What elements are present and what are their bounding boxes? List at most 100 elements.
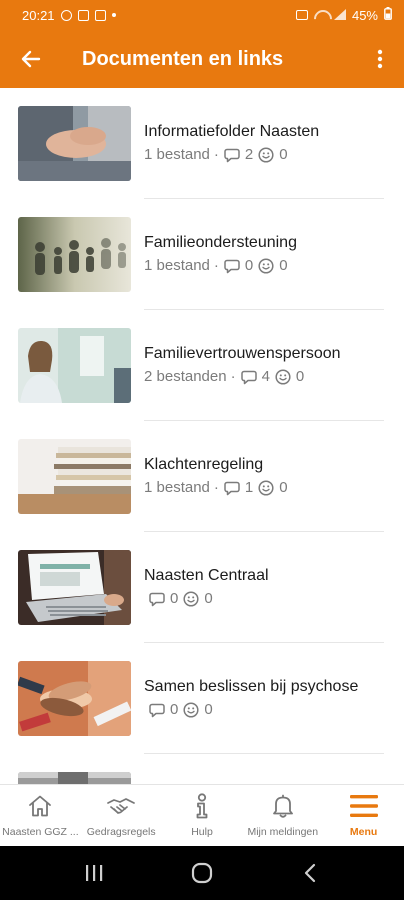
item-meta: 1 bestand · 0 0 <box>144 257 384 275</box>
item-text: Familieondersteuning 1 bestand · 0 0 <box>144 233 384 275</box>
comment-icon <box>223 257 241 275</box>
back-button[interactable] <box>0 30 62 88</box>
item-meta: 1 bestand · 2 0 <box>144 146 384 164</box>
system-navigation-bar <box>0 846 404 900</box>
bell-icon <box>271 793 295 819</box>
item-title: Naasten Centraal <box>144 567 269 584</box>
comment-count: 2 <box>244 146 254 163</box>
partial-thumbnail <box>18 772 131 784</box>
nav-label: Mijn meldingen <box>247 826 319 838</box>
wifi-icon <box>314 10 328 20</box>
info-icon <box>193 793 211 819</box>
paper-family-photo <box>18 217 131 292</box>
more-notifications-dot-icon <box>111 13 116 17</box>
item-title: Klachtenregeling <box>144 456 264 473</box>
nav-label: Gedragsregels <box>86 826 156 838</box>
list-item[interactable] <box>0 754 404 784</box>
smiley-icon <box>257 257 275 275</box>
battery-percentage: 45% <box>351 7 378 23</box>
nav-item-mijn-meldingen[interactable]: Mijn meldingen <box>242 785 323 846</box>
item-title: Familievertrouwenspersoon <box>144 345 341 362</box>
home-icon <box>27 793 53 819</box>
item-title: Familieondersteuning <box>144 234 297 251</box>
reaction-count: 0 <box>204 701 213 718</box>
item-text: Samen beslissen bij psychose 0 0 <box>144 677 384 719</box>
home-circle-icon <box>191 862 213 884</box>
file-count: 1 bestand <box>144 257 210 274</box>
app-notification-icon <box>94 9 106 21</box>
status-right: 45% <box>295 7 392 23</box>
item-text: Klachtenregeling 1 bestand · 1 0 <box>144 455 384 497</box>
list-item[interactable]: Samen beslissen bij psychose 0 0 <box>0 643 404 754</box>
page-title: Documenten en links <box>82 47 284 70</box>
nav-item-gedragsregels[interactable]: Gedragsregels <box>81 785 162 846</box>
battery-icon <box>384 7 392 23</box>
comment-count: 4 <box>261 368 270 385</box>
nav-item-hulp[interactable]: Hulp <box>162 785 243 846</box>
nav-item-home[interactable]: Naasten GGZ ... <box>0 785 81 846</box>
smiley-icon <box>274 368 292 386</box>
nav-item-menu[interactable]: Menu <box>323 785 404 846</box>
list-item[interactable]: Familieondersteuning 1 bestand · 0 0 <box>0 199 404 310</box>
smiley-icon <box>182 701 200 719</box>
list-item[interactable]: Familievertrouwenspersoon 2 bestanden · … <box>0 310 404 421</box>
recent-apps-button[interactable] <box>74 853 114 893</box>
comment-icon <box>223 479 241 497</box>
whatsapp-icon <box>60 9 72 21</box>
battery-saver-icon <box>295 10 308 20</box>
item-meta: 1 bestand · 1 0 <box>144 479 384 497</box>
nav-label: Hulp <box>191 826 213 838</box>
smiley-icon <box>257 146 275 164</box>
document-list: Informatiefolder Naasten 1 bestand · 2 0 <box>0 88 404 784</box>
item-text: Familievertrouwenspersoon 2 bestanden · … <box>144 344 384 386</box>
item-meta: 0 0 <box>144 701 384 719</box>
more-options-button[interactable] <box>356 30 404 88</box>
item-text: Informatiefolder Naasten 1 bestand · 2 0 <box>144 122 384 164</box>
item-meta: 2 bestanden · 4 0 <box>144 368 384 386</box>
more-vertical-icon <box>377 49 383 69</box>
comment-icon <box>148 590 166 608</box>
nav-label: Menu <box>349 826 378 838</box>
list-item[interactable]: Klachtenregeling 1 bestand · 1 0 <box>0 421 404 532</box>
item-text: Naasten Centraal 0 0 <box>144 566 384 608</box>
file-count: 2 bestanden <box>144 368 227 385</box>
signal-icon <box>333 8 346 23</box>
hands-photo <box>18 106 131 181</box>
chevron-left-icon <box>304 863 316 883</box>
status-time: 20:21 <box>22 7 55 23</box>
status-bar: 20:21 45% <box>0 0 404 30</box>
bottom-navigation: Naasten GGZ ... Gedragsregels Hulp Mijn … <box>0 784 404 846</box>
meta-dot: · <box>213 479 219 496</box>
comment-count: 0 <box>170 590 179 607</box>
handshake-icon <box>106 793 136 819</box>
comment-icon <box>223 146 241 164</box>
smiley-icon <box>182 590 200 608</box>
comment-icon <box>240 368 258 386</box>
reaction-count: 0 <box>279 146 288 163</box>
home-button[interactable] <box>182 853 222 893</box>
meta-dot: · <box>213 257 219 274</box>
menu-icon <box>349 793 378 819</box>
item-title: Informatiefolder Naasten <box>144 123 320 140</box>
laptop-photo <box>18 550 131 625</box>
system-back-button[interactable] <box>290 853 330 893</box>
reaction-count: 0 <box>295 368 305 385</box>
smiley-icon <box>257 479 275 497</box>
item-title: Samen beslissen bij psychose <box>144 678 359 695</box>
paper-stack-photo <box>18 439 131 514</box>
reaction-count: 0 <box>279 479 288 496</box>
status-left: 20:21 <box>22 8 116 23</box>
file-count: 1 bestand <box>144 146 210 163</box>
meta-dot: · <box>213 146 219 163</box>
file-count: 1 bestand <box>144 479 210 496</box>
comment-count: 0 <box>244 257 254 274</box>
reaction-count: 0 <box>204 590 213 607</box>
list-item[interactable]: Informatiefolder Naasten 1 bestand · 2 0 <box>0 88 404 199</box>
list-item[interactable]: Naasten Centraal 0 0 <box>0 532 404 643</box>
meta-dot: · <box>230 368 236 385</box>
image-icon <box>77 9 89 21</box>
nav-label: Naasten GGZ ... <box>2 826 79 838</box>
comment-icon <box>148 701 166 719</box>
stacked-hands-photo <box>18 661 131 736</box>
recent-apps-icon <box>86 865 103 881</box>
